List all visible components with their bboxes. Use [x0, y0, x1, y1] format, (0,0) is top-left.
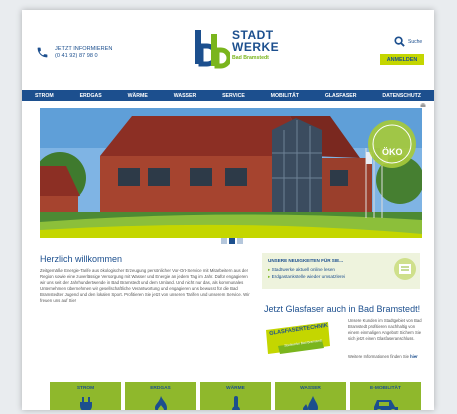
glasfaser-text: Unsere Kunden im Stadtgebiet von Bad Bra… — [348, 318, 422, 341]
nav-item-waerme[interactable]: WÄRME — [128, 93, 148, 99]
hero-eco-badge: ÖKO — [382, 147, 403, 157]
search-icon — [394, 36, 405, 47]
slider-dot-3[interactable] — [237, 238, 243, 244]
page: JETZT INFORMIEREN (0 41 92) 87 98 0 STAD… — [22, 10, 434, 410]
product-tiles: STROM ERDGAS WÄRME WASSER E-MOBILITÄT — [50, 382, 421, 410]
thermometer-icon — [231, 396, 240, 410]
nav-item-mobilitaet[interactable]: MOBILITÄT — [271, 93, 299, 99]
water-drop-icon — [302, 396, 318, 410]
contact-phone[interactable]: (0 41 92) 87 98 0 — [55, 53, 112, 60]
flame-icon — [154, 396, 167, 410]
tile-erdgas[interactable]: ERDGAS — [125, 382, 196, 410]
glasfaser-more: Weitere Informationen finden Sie hier — [348, 354, 418, 359]
nav-item-strom[interactable]: STROM — [35, 93, 54, 99]
slider-dot-2[interactable] — [229, 238, 235, 244]
nav-item-erdgas[interactable]: ERDGAS — [80, 93, 102, 99]
hero-building-illustration — [40, 108, 422, 238]
tile-label: ERDGAS — [150, 386, 171, 391]
welcome-heading: Herzlich willkommen — [40, 254, 123, 264]
nav-item-wasser[interactable]: WASSER — [174, 93, 196, 99]
tile-label: WASSER — [300, 386, 321, 391]
tile-e-mobilitaet[interactable]: E-MOBILITÄT — [350, 382, 421, 410]
news-box: UNSERE NEUIGKEITEN FÜR SIE... Stadtwerke… — [262, 253, 420, 289]
tile-waerme[interactable]: WÄRME — [200, 382, 271, 410]
tile-label: E-MOBILITÄT — [370, 386, 401, 391]
nav-item-glasfaser[interactable]: GLASFASER — [325, 93, 357, 99]
search-link[interactable]: Suche — [394, 36, 422, 47]
news-item-2[interactable]: Erdgastankstelle wieder umsatzlerei — [268, 274, 346, 280]
tile-label: STROM — [76, 386, 95, 391]
glasfaser-heading: Jetzt Glasfaser auch in Bad Bramstedt! — [264, 304, 421, 314]
tile-label: WÄRME — [226, 386, 245, 391]
nav-item-service[interactable]: SERVICE — [222, 93, 245, 99]
slider-dots — [221, 238, 243, 244]
tile-wasser[interactable]: WASSER — [275, 382, 346, 410]
news-item-1[interactable]: Stadtwerke aktuell online lesen — [268, 267, 335, 273]
stadtwerke-logo[interactable]: STADT WERKE Bad Bramstedt — [192, 28, 279, 72]
logo-text-werke: WERKE — [232, 40, 280, 54]
newspaper-icon — [394, 258, 416, 280]
welcome-text: Zeitgemäße Energie-Tarife aus ökologisch… — [40, 268, 250, 303]
main-nav: STROM ERDGAS WÄRME WASSER SERVICE MOBILI… — [22, 90, 434, 101]
contact-label: JETZT INFORMIEREN — [55, 46, 113, 52]
contact-block[interactable]: JETZT INFORMIEREN (0 41 92) 87 98 0 — [36, 46, 112, 60]
slider-dot-1[interactable] — [221, 238, 227, 244]
news-title: UNSERE NEUIGKEITEN FÜR SIE... — [268, 258, 344, 263]
search-label: Suche — [408, 38, 423, 45]
hero-image[interactable] — [40, 108, 422, 238]
electric-car-icon — [373, 400, 398, 410]
plug-icon — [79, 397, 92, 410]
logo-bb-icon — [195, 30, 230, 69]
tile-strom[interactable]: STROM — [50, 382, 121, 410]
glasfaser-more-link[interactable]: hier — [410, 354, 418, 359]
nav-item-datenschutz[interactable]: DATENSCHUTZ — [382, 93, 421, 99]
phone-icon — [37, 47, 48, 58]
logo-text-city: Bad Bramstedt — [232, 55, 269, 61]
login-button[interactable]: ANMELDEN — [380, 54, 424, 65]
glasfaser-more-prefix: Weitere Informationen finden Sie — [348, 354, 409, 359]
